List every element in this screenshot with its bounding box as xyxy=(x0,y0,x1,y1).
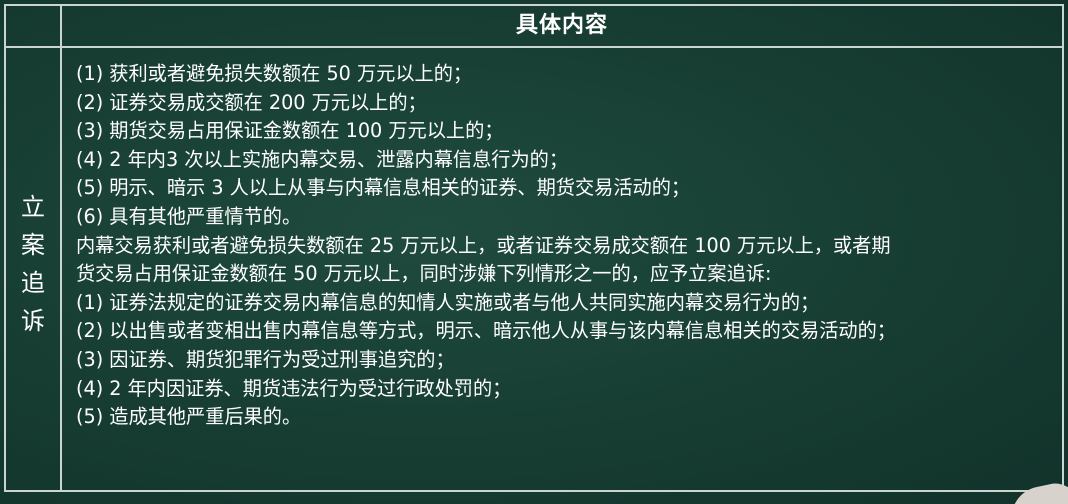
table-header-title: 具体内容 xyxy=(515,13,608,38)
content-line: (3) 期货交易占用保证金数额在 100 万元以上的； xyxy=(76,119,504,143)
header-empty-cell xyxy=(6,6,62,46)
left-label-cell: 立案追诉 xyxy=(6,48,62,490)
content-line: (5) 造成其他严重后果的。 xyxy=(76,405,302,429)
content-line: (2) 以出售或者变相出售内幕信息等方式，明示、暗示他人从事与该内幕信息相关的交… xyxy=(76,319,896,343)
content-table: 具体内容 立案追诉 (1) 获利或者避免损失数额在 50 万元以上的； (2) … xyxy=(4,4,1064,492)
content-line: 货交易占用保证金数额在 50 万元以上，同时涉嫌下列情形之一的，应予立案追诉: xyxy=(76,262,772,286)
content-line: (4) 2 年内3 次以上实施内幕交易、泄露内幕信息行为的； xyxy=(76,147,569,171)
content-line: 内幕交易获利或者避免损失数额在 25 万元以上，或者证券交易成交额在 100 万… xyxy=(76,233,891,257)
content-cell: (1) 获利或者避免损失数额在 50 万元以上的； (2) 证券交易成交额在 2… xyxy=(76,60,1056,486)
content-line: (2) 证券交易成交额在 200 万元以上的； xyxy=(76,90,427,114)
content-line: (1) 获利或者避免损失数额在 50 万元以上的； xyxy=(76,62,473,85)
content-line: (3) 因证券、期货犯罪行为受过刑事追究的； xyxy=(76,347,455,371)
chalkboard-slide: 具体内容 立案追诉 (1) 获利或者避免损失数额在 50 万元以上的； (2) … xyxy=(0,0,1068,504)
content-line: (6) 具有其他严重情节的。 xyxy=(76,204,302,228)
table-header-row: 具体内容 xyxy=(6,6,1062,48)
content-line: (5) 明示、暗示 3 人以上从事与内幕信息相关的证券、期货交易活动的； xyxy=(76,176,691,200)
content-line: (4) 2 年内因证券、期货违法行为受过行政处罚的； xyxy=(76,376,512,400)
content-line: (1) 证券法规定的证券交易内幕信息的知情人实施或者与他人共同实施内幕交易行为的… xyxy=(76,290,820,314)
left-vertical-label: 立案追诉 xyxy=(21,193,45,335)
